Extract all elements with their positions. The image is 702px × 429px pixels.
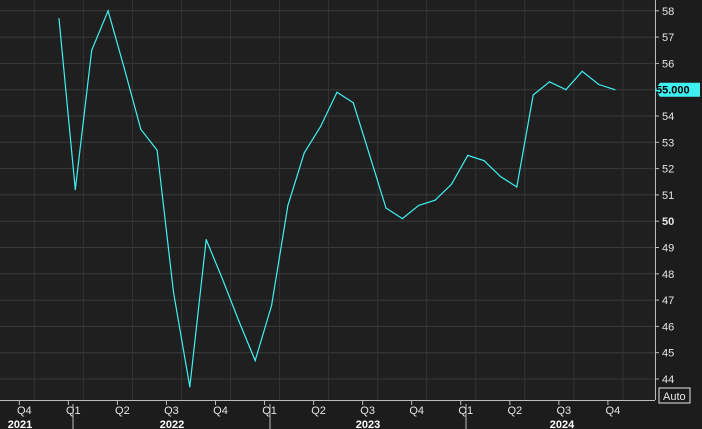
data-point <box>172 291 175 293</box>
data-point <box>221 278 224 280</box>
data-point <box>287 204 289 207</box>
y-tick-label: 51 <box>662 190 674 202</box>
x-year-label: 2022 <box>160 419 184 429</box>
y-tick-label: 52 <box>662 164 674 176</box>
y-tick-label: 56 <box>662 58 674 70</box>
x-year-label: 2021 <box>8 419 32 429</box>
data-point <box>532 94 534 96</box>
data-point <box>189 386 191 388</box>
x-quarter-label: Q4 <box>17 405 32 417</box>
data-point <box>74 189 76 191</box>
y-tick-label: 47 <box>662 295 674 307</box>
x-quarter-label: Q4 <box>606 405 621 417</box>
data-point <box>418 204 420 207</box>
data-point <box>107 10 109 12</box>
data-point <box>450 183 452 185</box>
x-year-label: 2023 <box>356 419 380 429</box>
x-quarter-label: Q2 <box>311 405 326 417</box>
y-tick-label: 46 <box>662 321 674 333</box>
data-point <box>91 49 93 51</box>
data-point <box>499 175 502 178</box>
x-quarter-label: Q4 <box>213 405 228 417</box>
y-tick-label: 45 <box>662 348 674 360</box>
x-year-label: 2024 <box>550 419 575 429</box>
data-point <box>467 154 469 157</box>
data-point <box>205 239 207 241</box>
y-tick-label: 58 <box>662 6 674 18</box>
data-point <box>270 304 273 306</box>
y-tick-label: 44 <box>662 374 674 386</box>
x-axis: Q4Q1Q2Q3Q4Q1Q2Q3Q4Q1Q2Q3Q420212022202320… <box>0 400 655 429</box>
x-quarter-label: Q2 <box>507 405 522 417</box>
y-axis: 444546474849505152535455565758 <box>655 0 674 400</box>
y-tick-label: 50 <box>662 216 674 228</box>
plot-area <box>0 0 655 400</box>
y-tick-label: 57 <box>662 32 674 44</box>
auto-scale-button[interactable]: Auto <box>658 387 691 404</box>
data-point <box>434 199 436 201</box>
y-tick-label: 53 <box>662 137 674 149</box>
y-tick-label: 48 <box>662 269 674 281</box>
data-point <box>140 128 142 130</box>
line-chart: 444546474849505152535455565758 Q4Q1Q2Q3Q… <box>0 0 700 429</box>
data-point <box>565 89 567 91</box>
data-point <box>597 83 600 86</box>
data-point <box>123 68 125 70</box>
data-point <box>320 125 322 128</box>
data-point <box>156 149 158 151</box>
data-point <box>483 160 485 162</box>
data-point <box>385 207 387 209</box>
data-point <box>303 152 305 154</box>
y-tick-label: 54 <box>662 111 674 123</box>
data-point <box>401 217 403 220</box>
data-point <box>352 102 354 104</box>
data-point <box>336 91 338 93</box>
x-quarter-label: Q4 <box>409 405 424 417</box>
data-point <box>58 18 60 20</box>
last-value-marker: 55.000 <box>655 82 700 97</box>
x-quarter-label: Q3 <box>164 405 179 417</box>
data-point <box>614 89 616 91</box>
auto-scale-label[interactable]: Auto <box>663 391 686 403</box>
data-point <box>516 186 518 188</box>
y-tick-label: 49 <box>662 243 674 255</box>
data-point <box>254 359 256 362</box>
data-point <box>238 320 240 322</box>
data-point <box>369 154 371 157</box>
x-quarter-label: Q3 <box>557 405 572 417</box>
data-point <box>581 70 583 72</box>
last-value-label: 55.000 <box>656 85 690 97</box>
x-quarter-label: Q3 <box>360 405 375 417</box>
data-point <box>548 81 551 83</box>
x-quarter-label: Q2 <box>115 405 130 417</box>
